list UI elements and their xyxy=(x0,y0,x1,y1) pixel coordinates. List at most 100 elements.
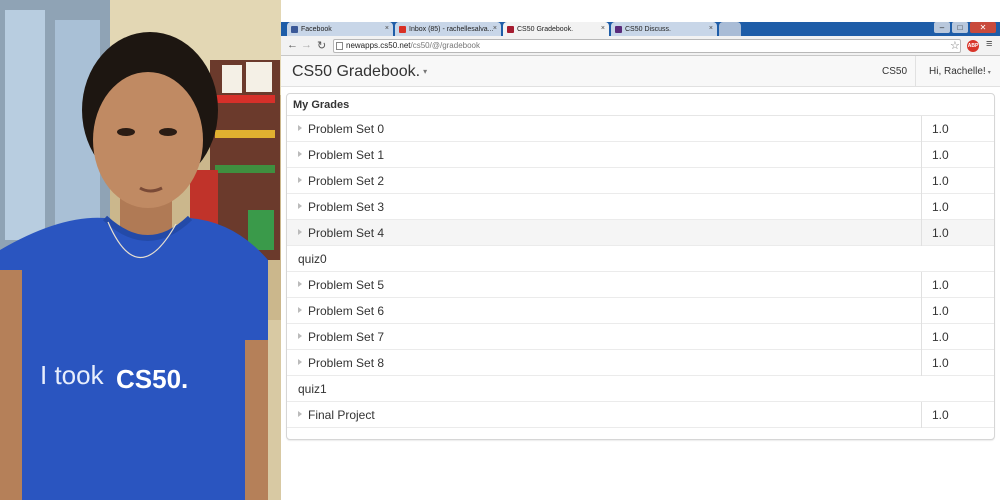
brand-label: CS50 Gradebook. xyxy=(292,63,421,80)
assignment-name: Problem Set 2 xyxy=(308,174,385,188)
close-tab-icon[interactable]: × xyxy=(601,25,605,32)
grade-value: 1.0 xyxy=(932,148,949,162)
grade-cell: 1.0 xyxy=(921,168,994,194)
expand-triangle-icon[interactable] xyxy=(298,151,302,157)
assignment-name: Problem Set 5 xyxy=(308,278,385,292)
reload-icon[interactable]: ↻ xyxy=(317,39,326,52)
browser-toolbar: ← → ↻ newapps.cs50.net/cs50/@/gradebook xyxy=(281,36,1000,56)
page-icon xyxy=(336,42,343,50)
bookmark-star-icon[interactable]: ☆ xyxy=(950,39,960,52)
grade-value: 1.0 xyxy=(932,330,949,344)
expand-triangle-icon[interactable] xyxy=(298,333,302,339)
chrome-menu-icon[interactable]: ≡ xyxy=(986,38,992,50)
facebook-icon xyxy=(291,25,298,33)
assignment-name: Problem Set 4 xyxy=(308,226,385,240)
assignment-name: Problem Set 3 xyxy=(308,200,385,214)
shirt-text-2: CS50. xyxy=(116,364,188,394)
grade-row-pset5[interactable]: Problem Set 5 1.0 xyxy=(287,272,994,298)
user-menu[interactable]: Hi, Rachelle! ▾ xyxy=(929,66,991,77)
tab-label: CS50 Discuss. xyxy=(625,25,671,33)
expand-triangle-icon[interactable] xyxy=(298,359,302,365)
assignment-name: Final Project xyxy=(308,408,375,422)
assignment-name: Problem Set 8 xyxy=(308,356,385,370)
assignment-name: Problem Set 1 xyxy=(308,148,385,162)
grade-value: 1.0 xyxy=(932,122,949,136)
grade-cell: 1.0 xyxy=(921,324,994,350)
grade-value: 1.0 xyxy=(932,278,949,292)
grade-value: 1.0 xyxy=(932,408,949,422)
grade-row-final-project[interactable]: Final Project 1.0 xyxy=(287,402,994,428)
course-link[interactable]: CS50 xyxy=(882,66,907,77)
app-brand[interactable]: CS50 Gradebook. ▾ xyxy=(292,63,427,81)
grade-value: 1.0 xyxy=(932,174,949,188)
harvard-shield-icon xyxy=(615,25,622,33)
grade-cell: 1.0 xyxy=(921,220,994,246)
expand-triangle-icon[interactable] xyxy=(298,229,302,235)
grade-cell: 1.0 xyxy=(921,350,994,376)
browser-window: Facebook × Inbox (85) - rachellesalva...… xyxy=(281,0,1000,500)
url-path: /cs50/@/gradebook xyxy=(410,41,481,50)
assignment-name: Problem Set 7 xyxy=(308,330,385,344)
window-controls: – □ ✕ xyxy=(934,22,996,33)
grade-value: 1.0 xyxy=(932,200,949,214)
group-label-quiz1: quiz1 xyxy=(287,376,994,402)
chevron-down-icon: ▾ xyxy=(987,70,991,76)
assignment-name: Problem Set 6 xyxy=(308,304,385,318)
grade-row-pset1[interactable]: Problem Set 1 1.0 xyxy=(287,142,994,168)
close-tab-icon[interactable]: × xyxy=(493,25,497,32)
minimize-icon[interactable]: – xyxy=(934,22,950,33)
grade-value: 1.0 xyxy=(932,356,949,370)
expand-triangle-icon[interactable] xyxy=(298,307,302,313)
navbar-divider xyxy=(915,56,916,87)
grade-row-pset7[interactable]: Problem Set 7 1.0 xyxy=(287,324,994,350)
tab-label: CS50 Gradebook. xyxy=(517,25,574,33)
shirt-text-1: I took xyxy=(40,360,105,390)
grade-row-pset2[interactable]: Problem Set 2 1.0 xyxy=(287,168,994,194)
grade-cell: 1.0 xyxy=(921,272,994,298)
photo-illustration: I took CS50. xyxy=(0,0,281,500)
back-arrow-icon[interactable]: ← xyxy=(287,39,298,51)
user-menu-label: Hi, Rachelle! xyxy=(929,66,986,77)
tab-gradebook[interactable]: CS50 Gradebook. × xyxy=(503,22,609,36)
assignment-name: Problem Set 0 xyxy=(308,122,385,136)
tab-strip: Facebook × Inbox (85) - rachellesalva...… xyxy=(287,22,743,36)
forward-arrow-icon[interactable]: → xyxy=(301,39,312,51)
expand-triangle-icon[interactable] xyxy=(298,177,302,183)
tab-label: Facebook xyxy=(301,25,332,33)
grade-cell: 1.0 xyxy=(921,298,994,324)
close-tab-icon[interactable]: × xyxy=(709,25,713,32)
expand-triangle-icon[interactable] xyxy=(298,125,302,131)
app-navbar: CS50 Gradebook. ▾ CS50 Hi, Rachelle! ▾ xyxy=(281,56,1000,87)
group-label-quiz0: quiz0 xyxy=(287,246,994,272)
grade-row-pset3[interactable]: Problem Set 3 1.0 xyxy=(287,194,994,220)
grade-cell: 1.0 xyxy=(921,402,994,428)
browser-titlebar: Facebook × Inbox (85) - rachellesalva...… xyxy=(281,0,1000,36)
expand-triangle-icon[interactable] xyxy=(298,281,302,287)
tab-discuss[interactable]: CS50 Discuss. × xyxy=(611,22,717,36)
harvard-shield-icon xyxy=(507,25,514,33)
profile-photo: I took CS50. xyxy=(0,0,281,500)
new-tab-button[interactable] xyxy=(719,22,741,36)
close-tab-icon[interactable]: × xyxy=(385,25,389,32)
tab-gmail[interactable]: Inbox (85) - rachellesalva... × xyxy=(395,22,501,36)
grade-row-pset4[interactable]: Problem Set 4 1.0 xyxy=(287,220,994,246)
expand-triangle-icon[interactable] xyxy=(298,203,302,209)
close-window-icon[interactable]: ✕ xyxy=(970,22,996,33)
grades-heading: My Grades xyxy=(287,94,994,116)
tab-facebook[interactable]: Facebook × xyxy=(287,22,393,36)
grades-panel: My Grades Problem Set 0 1.0 Problem Set … xyxy=(286,93,995,440)
grade-row-pset0[interactable]: Problem Set 0 1.0 xyxy=(287,116,994,142)
grade-row-pset6[interactable]: Problem Set 6 1.0 xyxy=(287,298,994,324)
grade-value: 1.0 xyxy=(932,304,949,318)
tab-label: Inbox (85) - rachellesalva... xyxy=(409,25,494,33)
expand-triangle-icon[interactable] xyxy=(298,411,302,417)
gmail-icon xyxy=(399,25,406,33)
adblock-icon[interactable]: ABP xyxy=(967,40,979,52)
grade-value: 1.0 xyxy=(932,226,949,240)
grade-cell: 1.0 xyxy=(921,194,994,220)
grade-cell: 1.0 xyxy=(921,116,994,142)
grade-row-pset8[interactable]: Problem Set 8 1.0 xyxy=(287,350,994,376)
chevron-down-icon: ▾ xyxy=(423,67,428,77)
address-bar[interactable]: newapps.cs50.net/cs50/@/gradebook xyxy=(333,39,961,53)
maximize-icon[interactable]: □ xyxy=(952,22,968,33)
